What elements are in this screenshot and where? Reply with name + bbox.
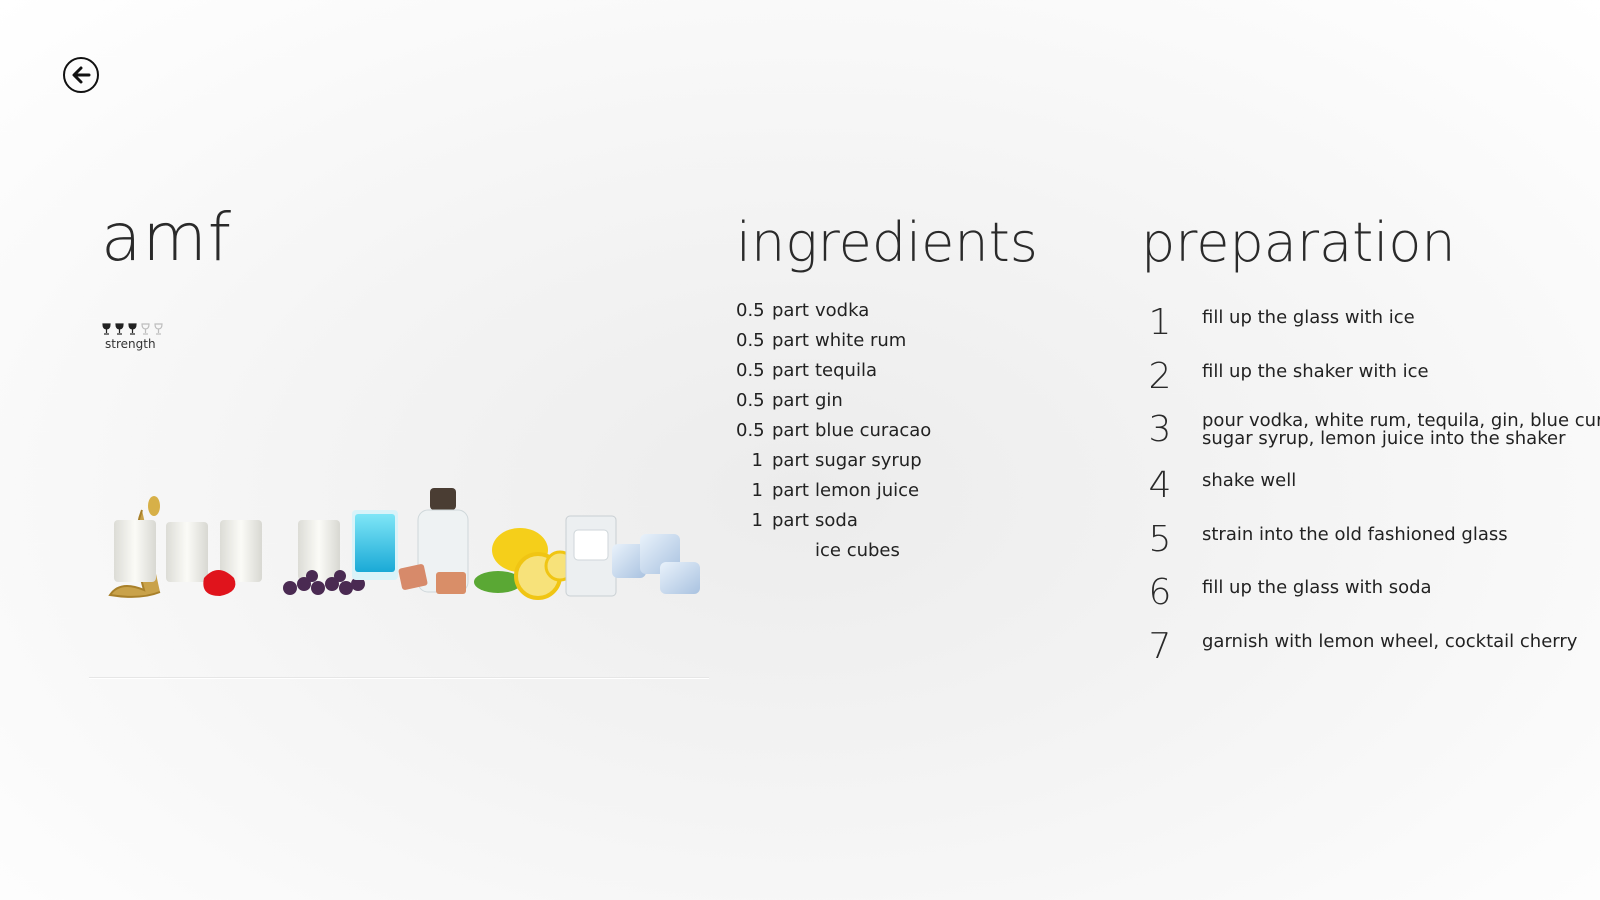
wine-glass-filled-icon	[102, 323, 111, 335]
preparation-heading: preparation	[1141, 211, 1456, 274]
ingredient-amount: 0.5	[736, 420, 765, 441]
step-text-continued: sugar syrup, lemon juice into the shaker	[1202, 428, 1566, 449]
ingredient-amount: 1	[751, 450, 763, 471]
ingredient-unit: part	[772, 360, 809, 381]
step-number: 1	[1148, 302, 1172, 343]
ingredient-unit: part	[772, 300, 809, 321]
ingredients-image	[108, 488, 700, 600]
step-number: 5	[1148, 519, 1172, 560]
ingredient-unit: part	[772, 450, 809, 471]
ingredient-name: gin	[815, 390, 843, 411]
wine-glass-filled-icon	[128, 323, 137, 335]
ingredient-name: tequila	[815, 360, 877, 381]
ingredient-name: white rum	[815, 330, 907, 351]
step-text: fill up the glass with ice	[1202, 307, 1415, 328]
ingredient-unit: part	[772, 330, 809, 351]
ingredient-unit: part	[772, 390, 809, 411]
ingredient-name: vodka	[815, 300, 870, 321]
ingredient-name: sugar syrup	[815, 450, 922, 471]
ingredient-amount: 0.5	[736, 330, 765, 351]
wine-glass-filled-icon	[115, 323, 124, 335]
step-text: shake well	[1202, 470, 1297, 491]
step-number: 4	[1148, 465, 1172, 506]
ingredient-name: blue curacao	[815, 420, 932, 441]
step-text: garnish with lemon wheel, cocktail cherr…	[1202, 631, 1578, 652]
recipe-title: amf	[101, 199, 232, 276]
ingredient-name: lemon juice	[815, 480, 920, 501]
arrow-left-icon	[72, 66, 91, 84]
step-number: 3	[1148, 409, 1172, 450]
wine-glass-empty-icon	[141, 323, 150, 335]
strength-label: strength	[105, 337, 156, 351]
step-number: 6	[1148, 572, 1172, 613]
step-text: fill up the shaker with ice	[1202, 361, 1429, 382]
ingredient-unit: part	[772, 420, 809, 441]
ingredient-amount: 1	[751, 480, 763, 501]
ingredient-amount: 0.5	[736, 300, 765, 321]
ingredient-amount: 0.5	[736, 360, 765, 381]
ingredients-heading: ingredients	[736, 211, 1038, 274]
ingredient-unit: part	[772, 480, 809, 501]
step-text: strain into the old fashioned glass	[1202, 524, 1508, 545]
ingredient-amount: 0.5	[736, 390, 765, 411]
ingredient-unit: part	[772, 510, 809, 531]
ingredient-name: soda	[815, 510, 858, 531]
step-number: 2	[1148, 356, 1172, 397]
step-number: 7	[1148, 626, 1172, 667]
step-text: fill up the glass with soda	[1202, 577, 1432, 598]
ingredient-name: ice cubes	[815, 540, 900, 561]
divider	[89, 677, 709, 678]
strength-rating: strength	[101, 323, 164, 351]
wine-glass-empty-icon	[154, 323, 163, 335]
ingredient-amount: 1	[751, 510, 763, 531]
back-button[interactable]	[63, 57, 99, 93]
